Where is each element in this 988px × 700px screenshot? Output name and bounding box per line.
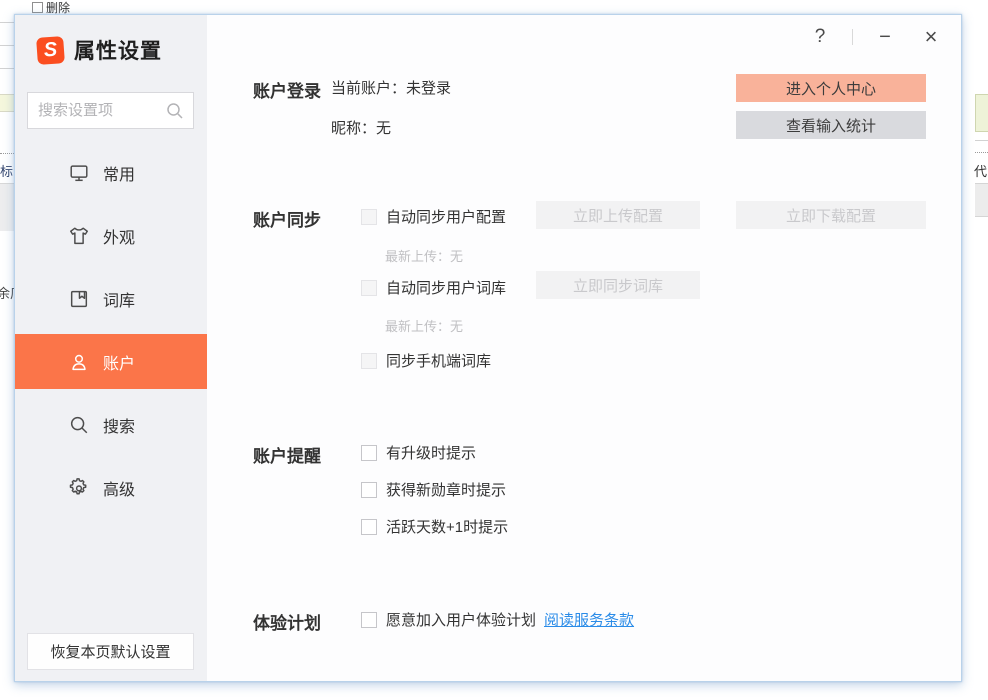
section-sync-label: 账户同步 xyxy=(253,206,321,231)
sidebar-item-account[interactable]: 账户 xyxy=(15,334,207,389)
sogou-logo-icon: S xyxy=(36,36,65,65)
last-upload-dict-text: 最新上传：无 xyxy=(385,316,463,335)
sidebar-item-label: 常用 xyxy=(103,161,135,185)
medal-remind-row: 获得新勋章时提示 xyxy=(361,479,506,500)
controls-divider xyxy=(852,29,853,45)
auto-sync-dict-label: 自动同步用户词库 xyxy=(386,277,506,298)
settings-search-box xyxy=(27,92,194,129)
app-header: S 属性设置 xyxy=(37,35,162,65)
active-days-remind-label: 活跃天数+1时提示 xyxy=(386,516,508,537)
background-dotted-line xyxy=(975,152,988,153)
window-controls: ? − × xyxy=(806,23,945,51)
nickname-text: 昵称：无 xyxy=(331,117,391,138)
search-icon xyxy=(166,102,184,120)
section-experience-label: 体验计划 xyxy=(253,609,321,634)
sidebar-item-appearance[interactable]: 外观 xyxy=(15,208,207,263)
active-days-remind-checkbox[interactable] xyxy=(361,519,377,535)
sidebar-item-search[interactable]: 搜索 xyxy=(15,397,207,452)
help-button[interactable]: ? xyxy=(806,23,834,51)
nickname-row: 昵称：无 xyxy=(331,117,391,138)
auto-sync-dict-checkbox[interactable] xyxy=(361,280,377,296)
account-settings-panel: 账户登录 当前账户：未登录 昵称：无 进入个人中心 查看输入统计 账户同步 自动… xyxy=(207,15,961,681)
background-row-line xyxy=(0,45,14,46)
terms-of-service-link[interactable]: 阅读服务条款 xyxy=(544,609,634,630)
background-row-line xyxy=(0,68,14,69)
monitor-icon xyxy=(68,162,90,184)
sync-mobile-dict-checkbox[interactable] xyxy=(361,353,377,369)
experience-join-label: 愿意加入用户体验计划 xyxy=(386,609,536,630)
download-config-button[interactable]: 立即下载配置 xyxy=(736,201,926,229)
sidebar-item-label: 词库 xyxy=(103,287,135,311)
background-delete-checkbox-row: 删除 xyxy=(32,0,70,14)
background-highlight-row xyxy=(0,94,14,112)
sidebar-item-label: 高级 xyxy=(103,476,135,500)
sidebar-nav: 常用 外观 词库 账户 xyxy=(15,145,207,523)
sidebar-item-common[interactable]: 常用 xyxy=(15,145,207,200)
gear-icon xyxy=(68,477,90,499)
active-days-remind-row: 活跃天数+1时提示 xyxy=(361,516,508,537)
current-account-text: 当前账户：未登录 xyxy=(331,77,451,98)
upgrade-remind-checkbox[interactable] xyxy=(361,445,377,461)
background-gray-band xyxy=(975,183,988,217)
sidebar-item-label: 外观 xyxy=(103,224,135,248)
last-upload-config-row: 最新上传：无 xyxy=(385,246,463,265)
background-dotted-line xyxy=(0,153,14,154)
page-title: 属性设置 xyxy=(74,35,162,65)
restore-defaults-button[interactable]: 恢复本页默认设置 xyxy=(27,633,194,670)
sidebar-item-advanced[interactable]: 高级 xyxy=(15,460,207,515)
background-highlight-row xyxy=(975,94,988,132)
sidebar-item-dictionary[interactable]: 词库 xyxy=(15,271,207,326)
upgrade-remind-row: 有升级时提示 xyxy=(361,442,476,463)
sidebar-item-label: 搜索 xyxy=(103,413,135,437)
sync-mobile-dict-row: 同步手机端词库 xyxy=(361,350,491,371)
last-upload-config-text: 最新上传：无 xyxy=(385,246,463,265)
auto-sync-config-checkbox[interactable] xyxy=(361,209,377,225)
background-row-line xyxy=(0,22,14,23)
background-delete-checkbox[interactable] xyxy=(32,2,43,13)
background-text-fragment: 代 xyxy=(974,161,987,180)
user-icon xyxy=(68,351,90,373)
experience-join-checkbox[interactable] xyxy=(361,612,377,628)
auto-sync-dict-row: 自动同步用户词库 xyxy=(361,277,506,298)
auto-sync-config-label: 自动同步用户配置 xyxy=(386,206,506,227)
search-icon xyxy=(68,414,90,436)
background-text-fragment: 标 xyxy=(0,161,13,180)
upload-config-button[interactable]: 立即上传配置 xyxy=(536,201,700,229)
dictionary-icon xyxy=(68,288,90,310)
auto-sync-config-row: 自动同步用户配置 xyxy=(361,206,506,227)
personal-center-button[interactable]: 进入个人中心 xyxy=(736,74,926,102)
sync-mobile-dict-label: 同步手机端词库 xyxy=(386,350,491,371)
medal-remind-checkbox[interactable] xyxy=(361,482,377,498)
upgrade-remind-label: 有升级时提示 xyxy=(386,442,476,463)
tshirt-icon xyxy=(68,225,90,247)
input-stats-button[interactable]: 查看输入统计 xyxy=(736,111,926,139)
settings-dialog: ? − × S 属性设置 常用 xyxy=(14,14,962,682)
section-remind-label: 账户提醒 xyxy=(253,442,321,467)
current-account-row: 当前账户：未登录 xyxy=(331,77,451,98)
background-gray-band xyxy=(0,183,14,231)
minimize-button[interactable]: − xyxy=(871,23,899,51)
close-button[interactable]: × xyxy=(917,23,945,51)
background-row-line xyxy=(975,140,988,141)
experience-join-row: 愿意加入用户体验计划 阅读服务条款 xyxy=(361,609,634,630)
last-upload-dict-row: 最新上传：无 xyxy=(385,316,463,335)
section-login-label: 账户登录 xyxy=(253,77,321,102)
sidebar: S 属性设置 常用 外观 xyxy=(15,15,207,681)
sidebar-item-label: 账户 xyxy=(103,350,135,374)
sync-dict-now-button[interactable]: 立即同步词库 xyxy=(536,271,700,299)
medal-remind-label: 获得新勋章时提示 xyxy=(386,479,506,500)
